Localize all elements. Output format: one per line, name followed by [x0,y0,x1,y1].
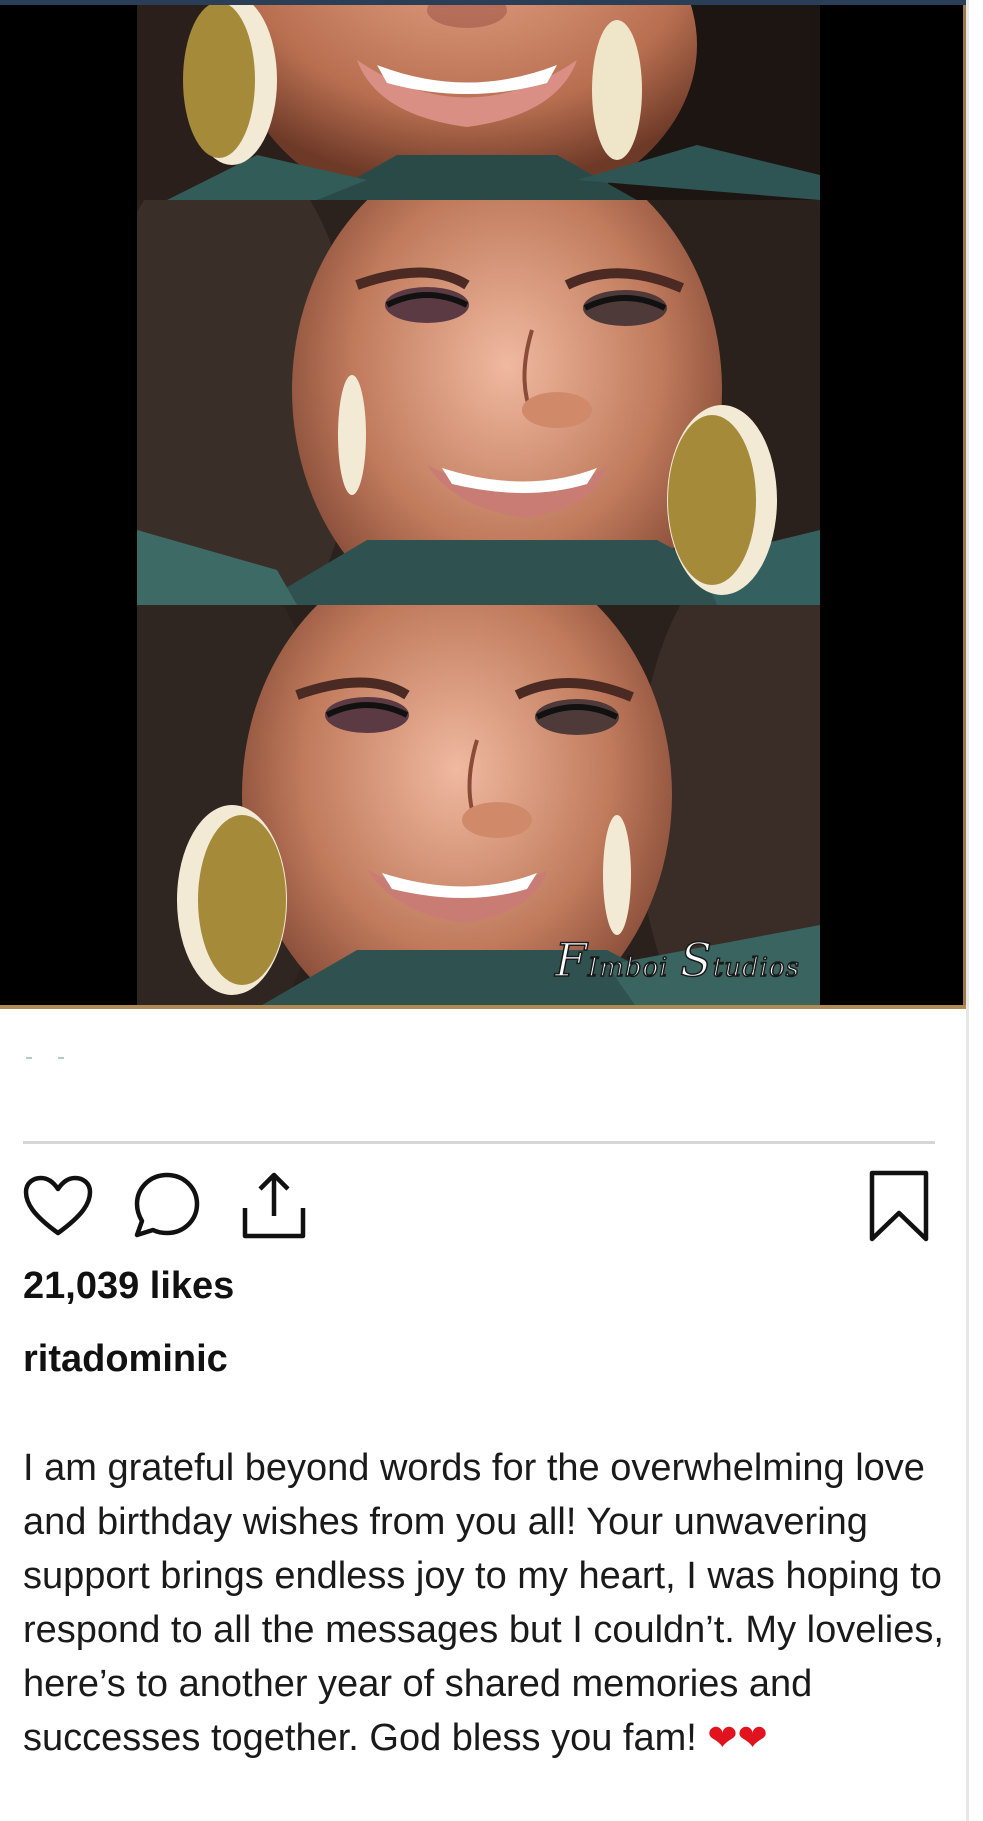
media-bottom-border [0,1005,966,1009]
bookmark-icon[interactable] [861,1168,937,1244]
media-panel-top [137,5,820,200]
media-panel-middle [137,200,820,605]
post-caption: I am grateful beyond words for the overw… [23,1441,953,1766]
filmboi-studios-watermark: FImboi Studios [554,932,800,988]
carousel-indicator [26,1057,66,1060]
caption-text: I am grateful beyond words for the overw… [23,1447,944,1759]
right-scroll-rail [966,0,969,1821]
heart-icon[interactable] [20,1168,96,1244]
media-right-edge [963,5,966,1008]
section-divider [23,1141,935,1144]
share-upload-icon[interactable] [236,1168,312,1244]
post-action-bar [0,1160,966,1242]
likes-count[interactable]: 21,039 likes [23,1265,234,1308]
red-heart-emoji: ❤❤ [707,1718,768,1759]
post-author-username[interactable]: ritadominic [23,1338,228,1381]
comment-bubble-icon[interactable] [129,1168,205,1244]
post-media[interactable]: FImboi Studios [0,5,966,1008]
instagram-post-screen: FImboi Studios 21,039 likes ritadominic … [0,0,983,1821]
